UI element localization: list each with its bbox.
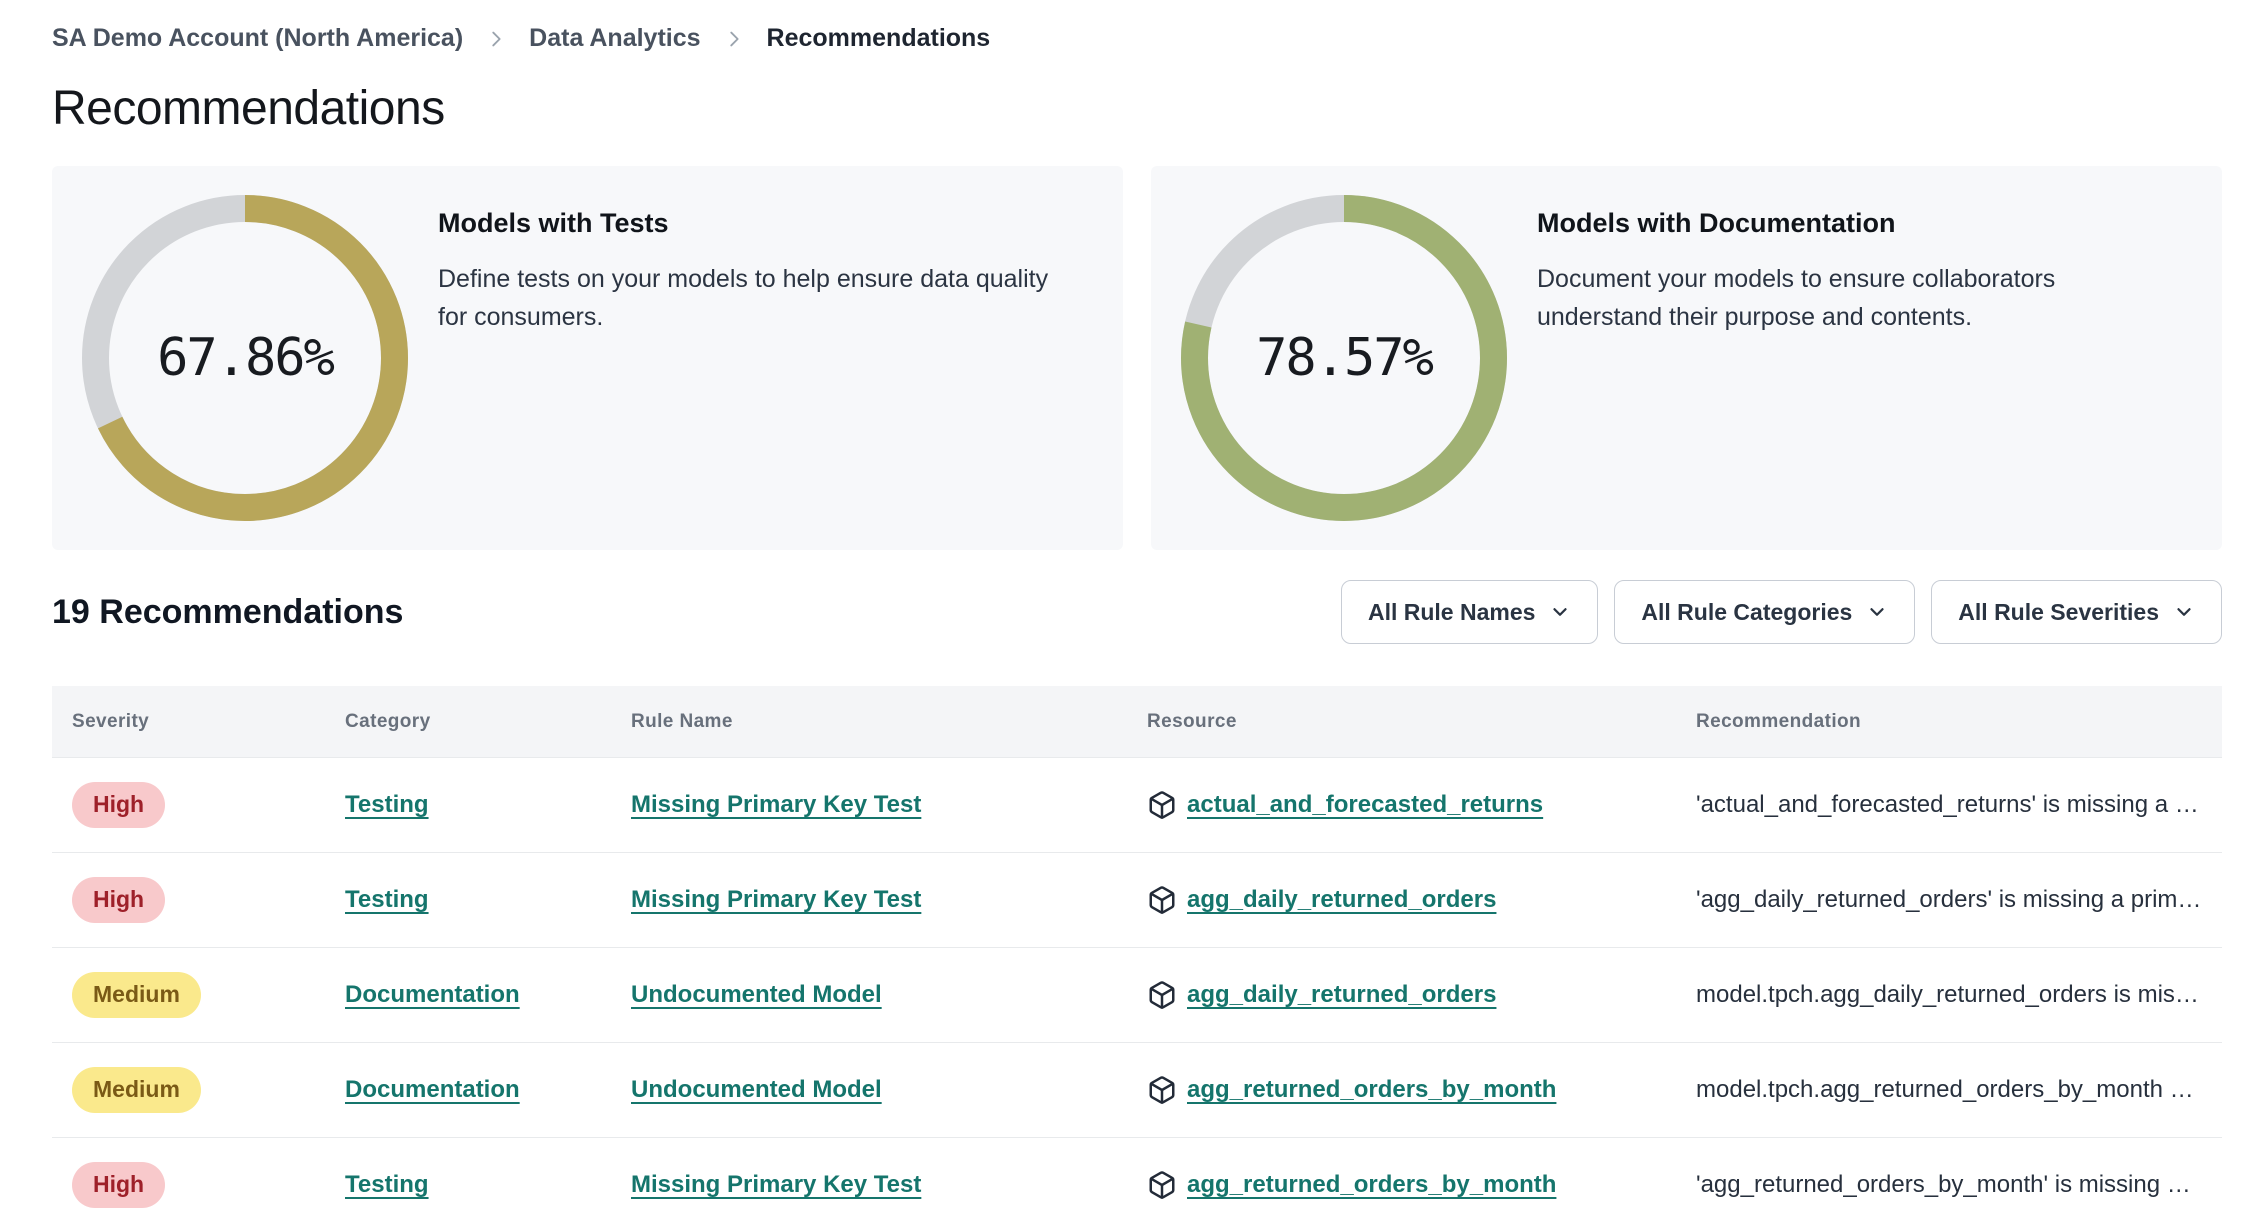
severity-badge: High: [72, 782, 166, 828]
documentation-donut-chart: 78.57%: [1181, 195, 1507, 521]
filter-rule-names[interactable]: All Rule Names: [1340, 580, 1599, 644]
recommendations-list-header: 19 Recommendations All Rule Names All Ru…: [52, 580, 2222, 644]
category-link[interactable]: Testing: [345, 886, 429, 913]
severity-badge: High: [72, 877, 166, 923]
category-link[interactable]: Testing: [345, 1171, 429, 1198]
rule-name-link[interactable]: Missing Primary Key Test: [631, 1171, 921, 1198]
filter-rule-categories[interactable]: All Rule Categories: [1614, 580, 1916, 644]
card-models-with-documentation: 78.57% Models with Documentation Documen…: [1151, 166, 2222, 550]
filter-label: All Rule Severities: [1958, 598, 2159, 625]
chevron-down-icon: [1553, 608, 1568, 616]
table-row: High Testing Missing Primary Key Test ac…: [52, 758, 2222, 853]
card-description: Define tests on your models to help ensu…: [438, 265, 1049, 331]
filter-bar: All Rule Names All Rule Categories All R…: [1340, 580, 2222, 644]
recommendations-count: 19 Recommendations: [52, 592, 404, 631]
documentation-percentage: 78.57%: [1256, 328, 1434, 388]
recommendations-table: Severity Category Rule Name Resource Rec…: [52, 686, 2222, 1220]
column-header-recommendation: Recommendation: [1696, 710, 1862, 732]
table-header-row: Severity Category Rule Name Resource Rec…: [52, 686, 2222, 758]
box-icon: [1149, 1171, 1175, 1199]
severity-badge: Medium: [72, 972, 201, 1018]
breadcrumb: SA Demo Account (North America) Data Ana…: [0, 0, 2248, 53]
table-row: Medium Documentation Undocumented Model …: [52, 948, 2222, 1043]
column-header-rule-name: Rule Name: [631, 710, 733, 732]
rule-name-link[interactable]: Undocumented Model: [631, 981, 882, 1008]
breadcrumb-current: Recommendations: [766, 24, 991, 52]
box-icon: [1149, 1076, 1175, 1104]
rule-name-link[interactable]: Missing Primary Key Test: [631, 886, 921, 913]
table-row: High Testing Missing Primary Key Test ag…: [52, 853, 2222, 948]
breadcrumb-account-link[interactable]: SA Demo Account (North America): [52, 24, 463, 53]
box-icon: [1149, 886, 1175, 914]
resource-link[interactable]: agg_daily_returned_orders: [1187, 886, 1496, 914]
chevron-right-icon: [485, 28, 507, 50]
column-header-resource: Resource: [1147, 710, 1237, 732]
resource-link[interactable]: actual_and_forecasted_returns: [1187, 791, 1543, 819]
card-models-with-tests: 67.86% Models with Tests Define tests on…: [52, 166, 1123, 550]
recommendation-text: 'agg_returned_orders_by_month' is missin…: [1696, 1171, 2191, 1198]
table-row: High Testing Missing Primary Key Test ag…: [52, 1138, 2222, 1220]
severity-badge: Medium: [72, 1067, 201, 1113]
recommendation-text: model.tpch.agg_returned_orders_by_month …: [1696, 1076, 2194, 1103]
resource-link[interactable]: agg_returned_orders_by_month: [1187, 1171, 1556, 1199]
category-link[interactable]: Documentation: [345, 981, 520, 1008]
chevron-right-icon: [723, 28, 745, 50]
breadcrumb-project-link[interactable]: Data Analytics: [529, 24, 700, 53]
table-row: Medium Documentation Undocumented Model …: [52, 1043, 2222, 1138]
filter-rule-severities[interactable]: All Rule Severities: [1931, 580, 2222, 644]
category-link[interactable]: Documentation: [345, 1076, 520, 1103]
filter-label: All Rule Names: [1367, 598, 1536, 625]
column-header-category: Category: [345, 710, 431, 732]
resource-link[interactable]: agg_returned_orders_by_month: [1187, 1076, 1556, 1104]
chevron-down-icon: [2177, 608, 2191, 616]
card-description: Document your models to ensure collabora…: [1537, 265, 2056, 331]
rule-name-link[interactable]: Undocumented Model: [631, 1076, 882, 1103]
metric-cards: 67.86% Models with Tests Define tests on…: [52, 166, 2222, 550]
filter-label: All Rule Categories: [1641, 598, 1853, 625]
column-header-severity: Severity: [72, 710, 150, 732]
box-icon: [1149, 981, 1175, 1009]
rule-name-link[interactable]: Missing Primary Key Test: [631, 791, 921, 818]
card-title: Models with Tests: [438, 208, 669, 238]
table-body: High Testing Missing Primary Key Test ac…: [52, 758, 2222, 1220]
recommendation-text: model.tpch.agg_daily_returned_orders is …: [1696, 981, 2199, 1008]
recommendation-text: 'agg_daily_returned_orders' is missing a…: [1696, 886, 2202, 913]
severity-badge: High: [72, 1162, 166, 1208]
recommendation-text: 'actual_and_forecasted_returns' is missi…: [1696, 791, 2199, 818]
card-title: Models with Documentation: [1537, 208, 1896, 238]
resource-link[interactable]: agg_daily_returned_orders: [1187, 981, 1496, 1009]
tests-donut-chart: 67.86%: [82, 195, 408, 521]
chevron-down-icon: [1870, 608, 1884, 616]
tests-percentage: 67.86%: [157, 328, 335, 388]
page-title: Recommendations: [52, 82, 445, 135]
category-link[interactable]: Testing: [345, 791, 429, 818]
box-icon: [1149, 791, 1175, 819]
